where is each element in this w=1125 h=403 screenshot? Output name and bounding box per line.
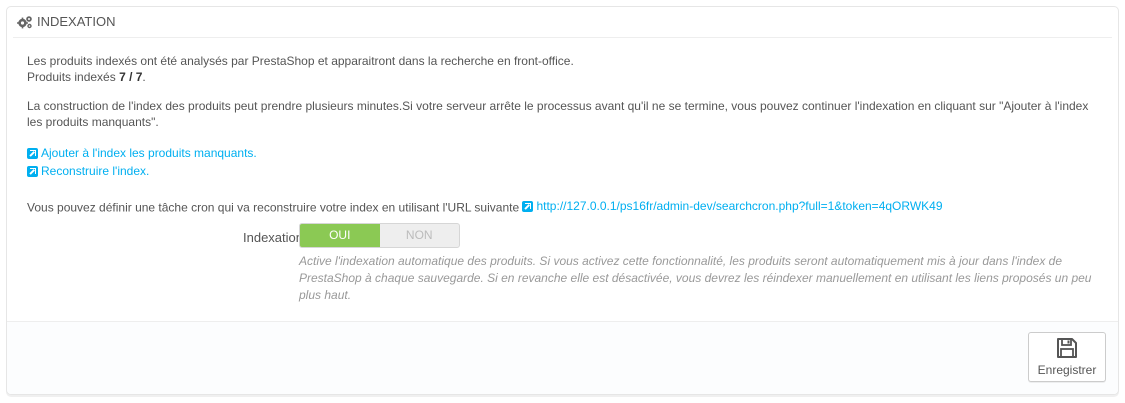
- index-status-line: Les produits indexés ont été analysés pa…: [27, 54, 574, 68]
- rebuild-index-label: Reconstruire l'index.: [41, 164, 150, 178]
- switch-off-option[interactable]: NON: [380, 224, 460, 247]
- add-missing-products-link[interactable]: Ajouter à l'index les produits manquants…: [27, 145, 257, 161]
- indexation-help-text: Active l'indexation automatique des prod…: [299, 254, 1092, 302]
- cron-info: Vous pouvez définir une tâche cron qui v…: [27, 198, 943, 216]
- indexation-switch[interactable]: OUI NON: [299, 223, 460, 248]
- cron-text: Vous pouvez définir une tâche cron qui v…: [27, 200, 520, 215]
- external-link-icon: [27, 165, 38, 177]
- floppy-disk-icon: [1057, 338, 1077, 358]
- index-notice: La construction de l'index des produits …: [27, 99, 1089, 129]
- indexed-products-label: Produits indexés: [27, 70, 120, 84]
- indexation-label: Indexation: [243, 230, 303, 245]
- panel-heading: INDEXATION: [13, 7, 1112, 38]
- save-button-label: Enregistrer: [1037, 363, 1097, 377]
- cron-url-link[interactable]: http://127.0.0.1/ps16fr/admin-dev/search…: [522, 198, 943, 214]
- panel-title: INDEXATION: [37, 14, 116, 29]
- external-link-icon: [27, 147, 38, 159]
- save-button[interactable]: Enregistrer: [1028, 332, 1106, 382]
- external-link-icon: [522, 200, 534, 212]
- cogs-icon: [17, 16, 32, 29]
- switch-on-option[interactable]: OUI: [300, 224, 380, 247]
- add-missing-products-label: Ajouter à l'index les produits manquants…: [41, 146, 257, 160]
- indexation-panel: INDEXATION Les produits indexés ont été …: [6, 6, 1119, 395]
- index-status: Les produits indexés ont été analysés pa…: [27, 53, 574, 85]
- cron-url: http://127.0.0.1/ps16fr/admin-dev/search…: [536, 199, 943, 213]
- indexed-products-count: 7 / 7: [119, 70, 143, 84]
- panel-footer: Enregistrer: [7, 321, 1118, 394]
- indexed-products-suffix: .: [142, 70, 146, 84]
- indexed-products-line: Produits indexés 7 / 7.: [27, 69, 574, 85]
- rebuild-index-link[interactable]: Reconstruire l'index.: [27, 163, 149, 179]
